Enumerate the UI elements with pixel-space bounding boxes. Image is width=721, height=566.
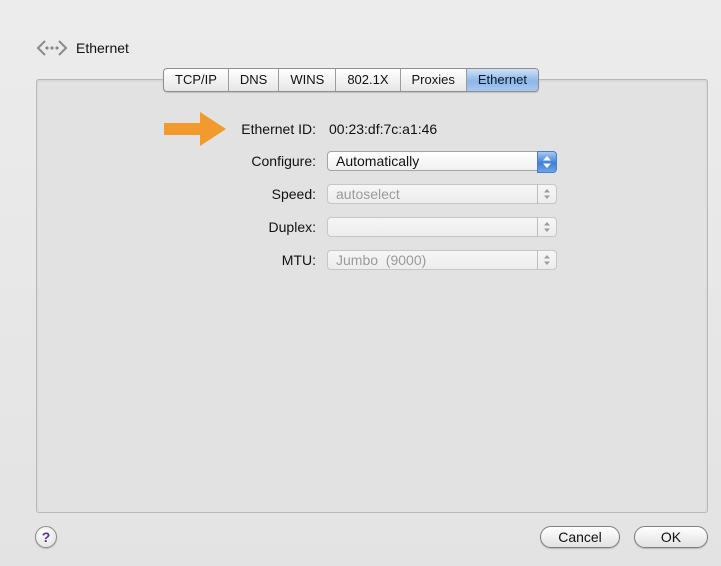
tab-bar: TCP/IP DNS WINS 802.1X Proxies Ethernet: [163, 68, 540, 92]
tab-proxies[interactable]: Proxies: [401, 69, 467, 91]
header-title: Ethernet: [76, 40, 129, 56]
up-down-arrows-icon: [537, 151, 557, 173]
speed-label: Speed:: [271, 186, 316, 202]
ethernet-icon: [36, 36, 68, 60]
mtu-label: MTU:: [281, 252, 316, 268]
tab-tcpip[interactable]: TCP/IP: [164, 69, 229, 91]
tab-ethernet[interactable]: Ethernet: [466, 69, 539, 91]
mtu-popup[interactable]: Jumbo (9000): [327, 250, 557, 270]
network-advanced-window: Ethernet TCP/IP DNS WINS 802.1X Proxies …: [0, 0, 721, 566]
duplex-label: Duplex:: [268, 219, 316, 235]
duplex-popup[interactable]: [327, 217, 557, 237]
tab-dns[interactable]: DNS: [229, 69, 280, 91]
speed-popup[interactable]: autoselect: [327, 184, 557, 204]
speed-popup-value: autoselect: [336, 186, 400, 202]
cancel-button[interactable]: Cancel: [540, 526, 620, 548]
configure-label: Configure:: [251, 153, 316, 169]
help-button[interactable]: ?: [35, 526, 57, 548]
up-down-arrows-icon: [537, 217, 556, 237]
configure-popup-value: Automatically: [336, 153, 420, 169]
tab-8021x[interactable]: 802.1X: [336, 69, 401, 91]
ethernet-id-label: Ethernet ID:: [241, 121, 316, 137]
mtu-popup-value: Jumbo (9000): [336, 252, 427, 268]
content-panel: [36, 79, 708, 513]
help-icon: ?: [41, 529, 51, 545]
up-down-arrows-icon: [537, 184, 556, 204]
header: Ethernet: [36, 34, 129, 62]
tab-wins[interactable]: WINS: [279, 69, 337, 91]
ethernet-id-value: 00:23:df:7c:a1:46: [329, 121, 438, 137]
up-down-arrows-icon: [537, 250, 556, 270]
ok-button[interactable]: OK: [634, 526, 708, 548]
configure-popup[interactable]: Automatically: [327, 151, 557, 173]
